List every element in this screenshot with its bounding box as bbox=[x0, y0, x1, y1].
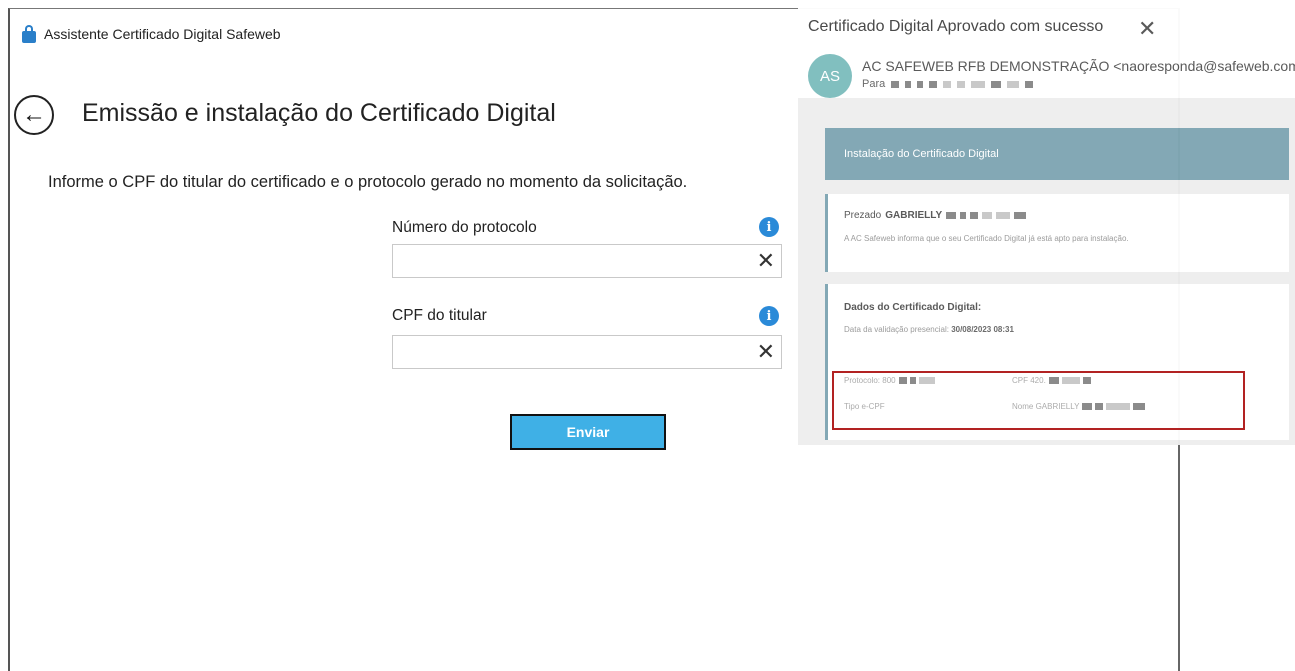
redacted-block bbox=[946, 212, 957, 219]
greeting-card: Prezado GABRIELLY A AC Safeweb informa q… bbox=[825, 194, 1289, 272]
notice-text: A AC Safeweb informa que o seu Certifica… bbox=[844, 234, 1129, 243]
protocol-field[interactable]: ✕ bbox=[392, 244, 782, 278]
redacted-block bbox=[917, 80, 924, 88]
redacted-block bbox=[1014, 212, 1027, 219]
app-title: Assistente Certificado Digital Safeweb bbox=[44, 26, 281, 42]
redacted-block bbox=[996, 212, 1011, 219]
close-icon[interactable]: ✕ bbox=[1138, 16, 1156, 42]
back-button[interactable]: ← bbox=[14, 95, 54, 135]
close-icon[interactable]: ✕ bbox=[757, 340, 775, 364]
info-icon[interactable]: i bbox=[759, 217, 779, 237]
email-subject: Certificado Digital Aprovado com sucesso bbox=[808, 18, 1104, 35]
validation-label: Data da validação presencial: bbox=[844, 325, 949, 334]
redacted-block bbox=[991, 80, 1002, 88]
recipient-line: Para bbox=[862, 78, 1034, 90]
data-heading: Dados do Certificado Digital: bbox=[844, 302, 982, 313]
cpf-field[interactable]: ✕ bbox=[392, 335, 782, 369]
redacted-block bbox=[970, 212, 979, 219]
redacted-block bbox=[891, 80, 900, 88]
redacted-block bbox=[1007, 80, 1020, 88]
redacted-block bbox=[957, 80, 966, 88]
greeting-prefix: Prezado bbox=[844, 210, 882, 221]
close-icon[interactable]: ✕ bbox=[757, 249, 775, 273]
protocol-input[interactable] bbox=[393, 245, 743, 277]
greeting-line: Prezado GABRIELLY bbox=[844, 210, 1027, 221]
to-label: Para bbox=[862, 78, 886, 90]
redacted-block bbox=[960, 212, 967, 219]
validation-line: Data da validação presencial: 30/08/2023… bbox=[844, 325, 1014, 334]
page-title: Emissão e instalação do Certificado Digi… bbox=[82, 99, 556, 127]
instruction-text: Informe o CPF do titular do certificado … bbox=[48, 173, 688, 191]
email-header-bar: Instalação do Certificado Digital bbox=[825, 128, 1289, 180]
highlight-box bbox=[832, 371, 1245, 430]
greeting-name: GABRIELLY bbox=[885, 210, 943, 221]
redacted-block bbox=[1025, 80, 1034, 88]
redacted-block bbox=[971, 80, 986, 88]
screenshot-stage: Assistente Certificado Digital Safeweb ←… bbox=[0, 0, 1295, 671]
cpf-label: CPF do titular bbox=[392, 307, 487, 324]
protocol-label: Número do protocolo bbox=[392, 219, 537, 236]
avatar: AS bbox=[808, 54, 852, 98]
title-bar: Assistente Certificado Digital Safeweb bbox=[22, 23, 281, 45]
redacted-block bbox=[943, 80, 952, 88]
validation-date: 30/08/2023 08:31 bbox=[951, 325, 1014, 334]
redacted-block bbox=[982, 212, 993, 219]
cpf-input[interactable] bbox=[393, 336, 743, 368]
sender-name: AC SAFEWEB RFB DEMONSTRAÇÃO <naoresponda… bbox=[862, 58, 1295, 74]
info-icon[interactable]: i bbox=[759, 306, 779, 326]
arrow-left-icon: ← bbox=[22, 101, 46, 128]
redacted-block bbox=[905, 80, 912, 88]
lock-icon bbox=[22, 25, 36, 43]
submit-button[interactable]: Enviar bbox=[510, 414, 666, 450]
redacted-block bbox=[929, 80, 938, 88]
